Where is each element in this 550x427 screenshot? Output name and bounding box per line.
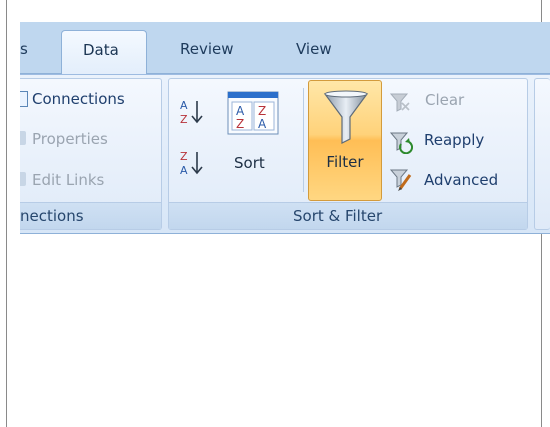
tab-data[interactable]: Data [61, 30, 147, 74]
svg-text:Z: Z [236, 117, 244, 131]
advanced-filter-icon [389, 169, 412, 191]
tab-view[interactable]: View [296, 40, 332, 58]
svg-text:A: A [258, 117, 267, 131]
reapply-icon [389, 132, 413, 154]
tab-data-label: Data [83, 41, 119, 59]
clear-filter-icon [389, 93, 410, 112]
svg-text:Z: Z [180, 150, 188, 163]
next-group-partial [534, 78, 550, 230]
sort-az-icon[interactable]: A Z [178, 97, 208, 127]
sort-button[interactable]: Sort [234, 154, 265, 172]
sort-dialog-icon[interactable]: A Z Z A [226, 90, 280, 138]
sort-filter-group-label: Sort & Filter [169, 202, 527, 229]
filter-button[interactable]: Filter [308, 80, 382, 201]
svg-text:A: A [180, 164, 188, 177]
sort-za-icon[interactable]: Z A [178, 148, 208, 178]
connections-group-label: nections [20, 202, 161, 229]
reapply-button[interactable]: Reapply [424, 131, 484, 149]
connections-button[interactable]: Connections [32, 90, 125, 108]
clear-button[interactable]: Clear [425, 91, 464, 109]
properties-button[interactable]: Properties [32, 130, 108, 148]
tab-review[interactable]: Review [180, 40, 234, 58]
filter-label: Filter [326, 153, 364, 171]
funnel-icon [323, 90, 369, 144]
connections-icon [20, 91, 28, 107]
tab-partial[interactable]: s [20, 40, 28, 58]
advanced-button[interactable]: Advanced [424, 171, 498, 189]
svg-text:A: A [180, 99, 188, 112]
svg-text:A: A [236, 104, 245, 118]
svg-text:Z: Z [180, 113, 188, 126]
connections-group-label-text: nections [20, 207, 84, 225]
group-separator [303, 88, 304, 192]
edit-links-button[interactable]: Edit Links [32, 171, 104, 189]
edit-links-icon [20, 172, 26, 186]
svg-text:Z: Z [258, 104, 266, 118]
properties-icon [20, 131, 26, 145]
sort-filter-group-label-text: Sort & Filter [293, 207, 383, 225]
